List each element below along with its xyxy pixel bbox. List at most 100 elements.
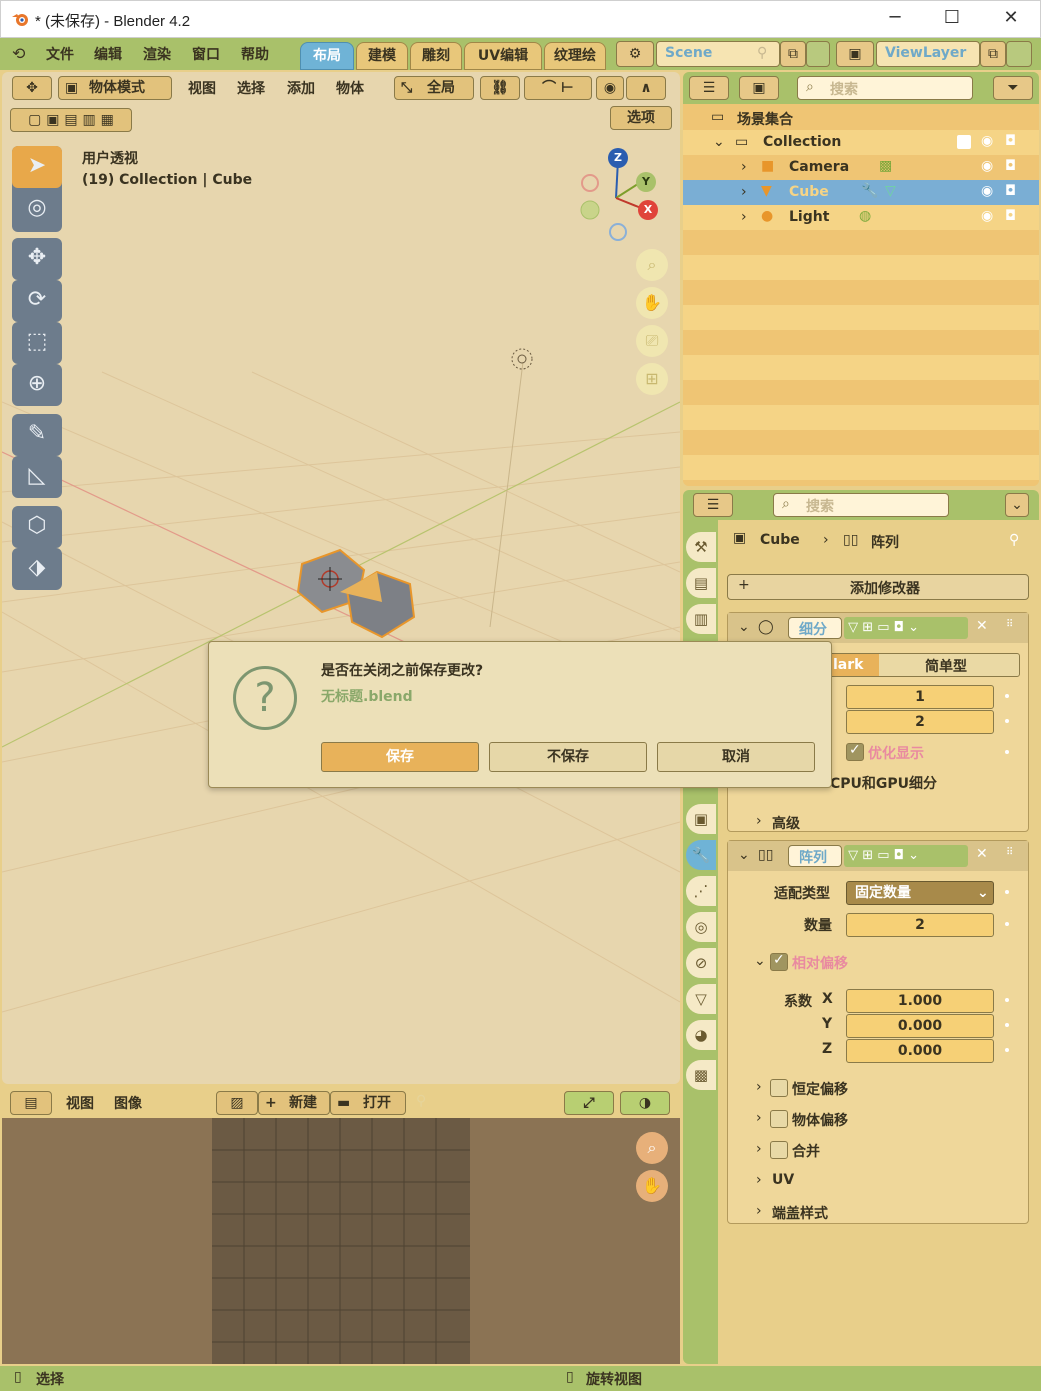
optimal-display-checkbox[interactable]: [846, 742, 864, 761]
subsurf-type-toggle[interactable]: lark 简单型: [828, 653, 1020, 677]
pan-hand-icon[interactable]: ✋: [636, 287, 668, 319]
chevron-right-icon[interactable]: ›: [756, 1079, 762, 1095]
keyframe-dot[interactable]: [1005, 1023, 1009, 1027]
image-browse-icon[interactable]: ▨: [216, 1091, 258, 1115]
add-cube-tool-icon[interactable]: ⬡: [12, 506, 62, 548]
pin-icon[interactable]: ⚲: [1009, 532, 1019, 548]
chevron-down-icon[interactable]: ⌄: [713, 134, 725, 150]
new-scene-icon[interactable]: ⧉: [780, 41, 806, 67]
cancel-button[interactable]: 取消: [657, 742, 815, 772]
measure-tool-icon[interactable]: ◺: [12, 456, 62, 498]
light-data-icon[interactable]: ◍: [859, 208, 871, 224]
chevron-down-icon[interactable]: ⌄: [738, 847, 750, 863]
display-mode-icon[interactable]: ▣: [739, 76, 779, 100]
factor-x-field[interactable]: 1.000: [846, 989, 994, 1013]
merge-checkbox[interactable]: [770, 1141, 788, 1159]
minimize-button[interactable]: ─: [875, 7, 915, 33]
vp-menu-object[interactable]: 物体: [336, 78, 364, 98]
chevron-down-icon[interactable]: ⌄: [738, 619, 750, 635]
factor-y-field[interactable]: 0.000: [846, 1014, 994, 1038]
cursor-tool-icon[interactable]: ◎: [12, 188, 62, 230]
snap-icon[interactable]: ⌒ ⊢: [524, 76, 592, 100]
eye-icon[interactable]: ◉: [981, 158, 993, 174]
tab-modeling[interactable]: 建模: [356, 42, 408, 70]
chevron-right-icon[interactable]: ›: [756, 813, 762, 829]
add-modifier-button[interactable]: + 添加修改器: [727, 574, 1029, 600]
chevron-right-icon[interactable]: ›: [741, 209, 747, 225]
drag-handle-icon[interactable]: ⠿: [1006, 847, 1013, 858]
rotate-tool-icon[interactable]: ⟳: [12, 280, 62, 322]
relative-offset-checkbox[interactable]: [770, 952, 788, 971]
particles-tab-icon[interactable]: ⋰: [686, 876, 716, 906]
close-icon[interactable]: ✕: [976, 618, 988, 634]
add-object-tool-icon[interactable]: ⬗: [12, 548, 62, 590]
modifier-display-toggles[interactable]: ▽ ⊞ ▭ ◘ ⌄: [844, 845, 968, 867]
3d-viewport[interactable]: ✥ ▣ 物体模式 视图 选择 添加 物体 ⤡ 全局 ⛓ ⌒ ⊢ ◉ ∧ ▢ ▣ …: [2, 72, 680, 1084]
vp-menu-view[interactable]: 视图: [188, 78, 216, 98]
ortho-toggle-icon[interactable]: ⊞: [636, 363, 668, 395]
ie-menu-image[interactable]: 图像: [114, 1093, 142, 1113]
properties-editor[interactable]: ☰ ⌕ 搜索 ⌄ ⚒ ▤ ▥ ▣ 🔧 ⋰ ◎ ⊘ ▽ ◕ ▩ ▣ Cube › …: [683, 490, 1039, 1364]
keyframe-dot[interactable]: [1005, 750, 1009, 754]
gizmo-x-axis[interactable]: X: [638, 200, 658, 220]
outliner-row-camera[interactable]: › ■ Camera ▩ ◉ ◘: [683, 155, 1039, 180]
texture-tab-icon[interactable]: ▩: [686, 1060, 716, 1090]
output-tab-icon[interactable]: ▥: [686, 604, 716, 634]
select-tool-icon[interactable]: ➤: [12, 146, 62, 188]
maximize-button[interactable]: ☐: [932, 7, 972, 33]
camera-render-icon[interactable]: ◘: [1005, 158, 1016, 174]
filter-icon[interactable]: ⏷: [993, 76, 1033, 100]
subsurf-name-input[interactable]: 细分: [788, 617, 842, 639]
overlay-toggle-icon[interactable]: ◑: [620, 1091, 670, 1115]
menu-window[interactable]: 窗口: [192, 44, 220, 64]
menu-edit[interactable]: 编辑: [94, 44, 122, 64]
outliner-row-collection[interactable]: ⌄ ▭ Collection ◉ ◘: [683, 130, 1039, 155]
eye-icon[interactable]: ◉: [981, 183, 993, 199]
catmull-clark-option[interactable]: lark: [829, 654, 879, 676]
eye-icon[interactable]: ◉: [981, 208, 993, 224]
ie-menu-view[interactable]: 视图: [66, 1093, 94, 1113]
mesh-data-icon[interactable]: ▽: [885, 183, 896, 199]
keyframe-dot[interactable]: [1005, 922, 1009, 926]
close-icon[interactable]: ✕: [976, 846, 988, 862]
chevron-right-icon[interactable]: ›: [756, 1203, 762, 1219]
simple-option[interactable]: 简单型: [925, 656, 967, 676]
data-tab-icon[interactable]: ▽: [686, 984, 716, 1014]
pin-icon[interactable]: ⚲: [416, 1093, 426, 1109]
close-window-button[interactable]: ✕: [991, 7, 1031, 33]
new-viewlayer-icon[interactable]: ⧉: [980, 41, 1006, 67]
keyframe-dot[interactable]: [1005, 890, 1009, 894]
menu-help[interactable]: 帮助: [241, 44, 269, 64]
editor-type-icon[interactable]: ✥: [12, 76, 52, 100]
tool-tab-icon[interactable]: ⚒: [686, 532, 716, 562]
falloff-icon[interactable]: ∧: [626, 76, 666, 100]
options-button[interactable]: 选项: [610, 106, 672, 130]
modifier-wrench-icon[interactable]: 🔧: [861, 183, 878, 199]
chevron-right-icon[interactable]: ›: [756, 1110, 762, 1126]
chevron-down-icon[interactable]: ⌄: [754, 953, 766, 969]
annotate-tool-icon[interactable]: ✎: [12, 414, 62, 456]
modifier-tab-icon[interactable]: 🔧: [686, 840, 716, 870]
zoom-icon[interactable]: ⌕: [636, 249, 668, 281]
constant-offset-checkbox[interactable]: [770, 1079, 788, 1097]
gizmo-z-axis[interactable]: Z: [608, 148, 628, 168]
exclude-checkbox[interactable]: [957, 135, 971, 149]
fit-type-dropdown[interactable]: 固定数量 ⌄: [846, 881, 994, 905]
caps-section[interactable]: 端盖样式: [772, 1203, 828, 1223]
dont-save-button[interactable]: 不保存: [489, 742, 647, 772]
viewlayer-icon[interactable]: ▣: [836, 41, 874, 67]
tab-texture-paint[interactable]: 纹理绘: [544, 42, 606, 70]
keyframe-dot[interactable]: [1005, 1048, 1009, 1052]
gizmo-toggle-icon[interactable]: ⤢: [564, 1091, 614, 1115]
chevron-right-icon[interactable]: ›: [741, 184, 747, 200]
outliner-row-scene-collection[interactable]: ▭ 场景集合: [683, 105, 1039, 130]
eye-icon[interactable]: ◉: [981, 133, 993, 149]
keyframe-dot[interactable]: [1005, 694, 1009, 698]
chevron-right-icon[interactable]: ›: [756, 1141, 762, 1157]
levels-viewport-field[interactable]: 1: [846, 685, 994, 709]
factor-z-field[interactable]: 0.000: [846, 1039, 994, 1063]
scene-icon[interactable]: ⚙: [616, 41, 654, 67]
render-tab-icon[interactable]: ▤: [686, 568, 716, 598]
open-image-button[interactable]: ▬ 打开: [330, 1091, 406, 1115]
ie-pan-hand-icon[interactable]: ✋: [636, 1170, 668, 1202]
